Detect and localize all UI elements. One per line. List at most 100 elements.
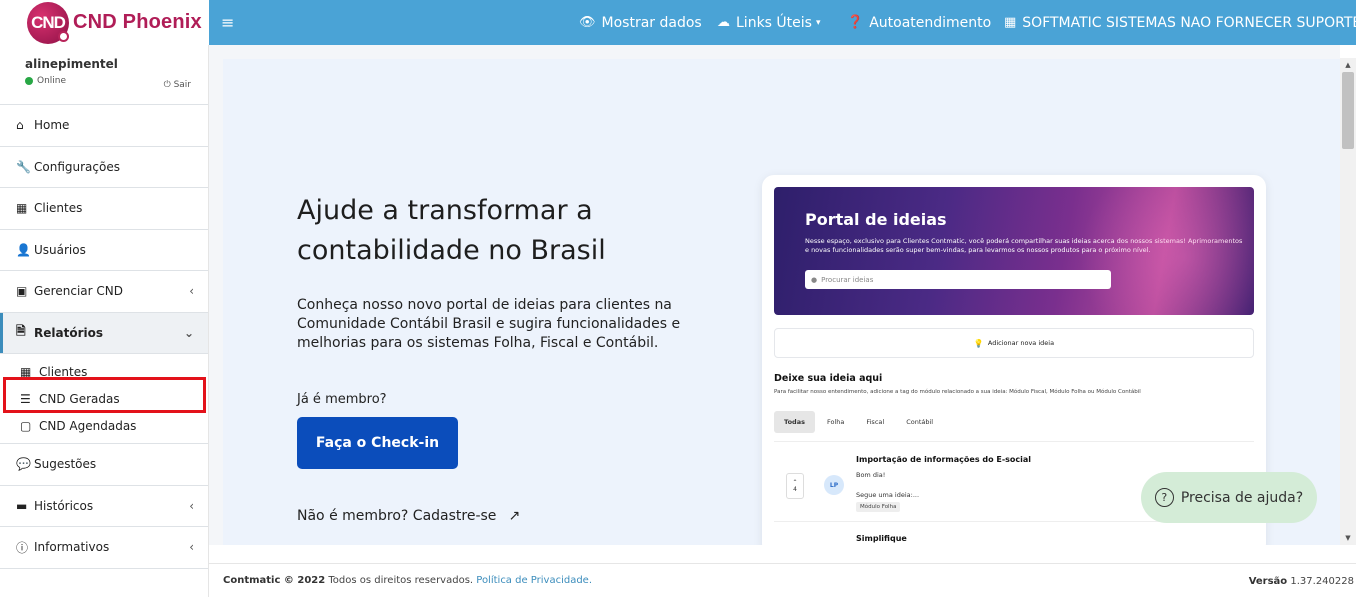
sidebar: alinepimentel Online ⏻ Sair ⌂ Home 🔧 Con…: [0, 45, 209, 597]
sidebar-item-config[interactable]: 🔧 Configurações: [0, 147, 208, 188]
logo-dot: [58, 30, 69, 42]
sidebar-item-label: Configurações: [34, 159, 120, 174]
show-data-label: Mostrar dados: [601, 14, 702, 31]
caret-down-icon: ▾: [815, 17, 821, 28]
status-label: Online: [37, 76, 67, 86]
submenu-item-cnd-generated[interactable]: ☰ CND Geradas: [20, 385, 208, 412]
eye-icon: 👁: [579, 15, 596, 30]
chevron-up-icon: ⌃: [792, 479, 798, 486]
user-panel: alinepimentel Online ⏻ Sair: [0, 45, 208, 105]
info-circle-icon: ⓘ: [16, 540, 29, 555]
sidebar-item-info[interactable]: ⓘ Informativos ‹: [0, 527, 208, 569]
sidebar-item-manage-cnd[interactable]: ▣ Gerenciar CND ‹: [0, 271, 208, 313]
submenu-item-cnd-scheduled[interactable]: ▢ CND Agendadas: [20, 412, 208, 439]
scroll-down-icon[interactable]: ▼: [1340, 531, 1356, 545]
portal-search-input[interactable]: ● Procurar ideias: [805, 270, 1111, 289]
company-label: SOFTMATIC SISTEMAS NAO FORNECER SUPORTE: [1022, 14, 1356, 31]
chevron-down-icon: ⌄: [183, 325, 194, 340]
idea-line: Bom dia!: [856, 471, 886, 479]
sidebar-item-suggestions[interactable]: 💬 Sugestões: [0, 444, 208, 486]
reports-submenu: ▦ Clientes ☰ CND Geradas ▢ CND Agendadas: [0, 354, 208, 444]
idea-title: Importação de informações do E-social: [856, 455, 1032, 464]
sidebar-item-home[interactable]: ⌂ Home: [0, 105, 208, 147]
portal-hero: Portal de ideias Nesse espaço, exclusivo…: [774, 187, 1254, 315]
idea-title: Simplifique: [856, 534, 907, 543]
building-icon: ▦: [20, 364, 32, 379]
brand[interactable]: CND CND Phoenix: [0, 0, 209, 45]
section-title: Deixe sua ideia aqui: [774, 373, 883, 384]
scrollbar-thumb[interactable]: [1342, 72, 1354, 149]
footer-copyright: Contmatic © 2022: [223, 575, 326, 586]
help-button[interactable]: ? Precisa de ajuda?: [1141, 472, 1317, 523]
version-number: 1.37.240228: [1290, 576, 1354, 587]
main-content: Ajude a transformar a contabilidade no B…: [209, 45, 1340, 545]
idea-tabs: Todas Folha Fiscal Contábil: [774, 411, 943, 433]
idea-tag: Módulo Folha: [856, 502, 901, 512]
submenu-item-label: CND Agendadas: [39, 418, 137, 433]
show-data-link[interactable]: 👁 Mostrar dados: [579, 0, 702, 45]
sidebar-item-label: Relatórios: [34, 325, 103, 340]
logout-button[interactable]: ⏻ Sair: [164, 80, 191, 90]
logout-label: Sair: [173, 80, 191, 90]
external-link-icon: ↗: [508, 508, 521, 524]
tab-all[interactable]: Todas: [774, 411, 815, 433]
signup-link[interactable]: Não é membro? Cadastre-se ↗: [297, 508, 520, 524]
version-info: Versão 1.37.240228: [1249, 576, 1354, 587]
add-idea-button[interactable]: 💡 Adicionar nova ideia: [774, 328, 1254, 358]
sidebar-item-clients[interactable]: ▦ Clientes: [0, 188, 208, 230]
self-service-link[interactable]: ❓ Autoatendimento: [847, 0, 991, 45]
sidebar-item-label: Usuários: [34, 242, 86, 257]
self-service-label: Autoatendimento: [869, 14, 992, 31]
user-icon: 👤: [16, 242, 31, 257]
signup-label: Não é membro? Cadastre-se: [297, 508, 497, 524]
sidebar-item-label: Clientes: [34, 201, 83, 216]
online-dot-icon: [25, 77, 33, 85]
search-placeholder: Procurar ideias: [821, 275, 874, 284]
file-icon: 🗎: [16, 324, 26, 339]
sidebar-item-label: Históricos: [34, 498, 94, 513]
wrench-icon: 🔧: [16, 159, 31, 174]
submenu-item-clients[interactable]: ▦ Clientes: [20, 358, 208, 385]
top-navbar: ≡ 👁 Mostrar dados ☁ Links Úteis ▾ ❓ Auto…: [209, 0, 1356, 45]
avatar: LP: [824, 475, 844, 495]
submenu-item-label: CND Geradas: [39, 391, 120, 406]
useful-links-label: Links Úteis: [736, 14, 812, 31]
tab-fiscal[interactable]: Fiscal: [856, 411, 894, 433]
member-question: Já é membro?: [297, 392, 387, 407]
vote-count: 4: [793, 486, 797, 493]
privacy-link[interactable]: Política de Privacidade.: [476, 575, 592, 586]
company-dropdown[interactable]: ▦ SOFTMATIC SISTEMAS NAO FORNECER SUPORT…: [1004, 0, 1356, 45]
question-icon: ?: [1154, 488, 1174, 507]
scroll-up-icon[interactable]: ▲: [1340, 58, 1356, 72]
search-icon: ●: [811, 275, 818, 284]
help-label: Precisa de ajuda?: [1180, 489, 1304, 506]
list-item[interactable]: Simplifique: [774, 522, 1254, 545]
upvote-button[interactable]: ⌃ 4: [786, 473, 804, 499]
version-label: Versão: [1248, 576, 1288, 587]
chevron-left-icon: ‹: [189, 498, 194, 513]
question-circle-icon: ❓: [847, 15, 864, 30]
footer: Contmatic © 2022 Todos os direitos reser…: [209, 563, 1356, 597]
menu-toggle-icon[interactable]: ≡: [221, 13, 234, 32]
cloud-icon: ☁: [717, 15, 730, 30]
footer-rights: Todos os direitos reservados.: [325, 575, 477, 586]
banner-headline: Ajude a transformar a contabilidade no B…: [297, 195, 606, 266]
sidebar-item-label: Sugestões: [34, 457, 97, 472]
useful-links-dropdown[interactable]: ☁ Links Úteis ▾: [717, 0, 820, 45]
tab-contabil[interactable]: Contábil: [896, 411, 943, 433]
calendar-icon: ▢: [20, 418, 32, 433]
archive-icon: ▬: [16, 498, 28, 513]
sidebar-item-users[interactable]: 👤 Usuários: [0, 230, 208, 271]
sidebar-item-history[interactable]: ▬ Históricos ‹: [0, 486, 208, 527]
building-icon: ▦: [1004, 15, 1017, 30]
submenu-item-label: Clientes: [39, 364, 88, 379]
portal-text: Nesse espaço, exclusivo para Clientes Co…: [805, 237, 1243, 254]
building-icon: ▦: [16, 201, 28, 216]
calendar-icon: ▣: [16, 284, 28, 299]
tab-folha[interactable]: Folha: [817, 411, 854, 433]
add-idea-label: Adicionar nova ideia: [987, 339, 1055, 347]
checkin-button[interactable]: Faça o Check-in: [297, 417, 458, 469]
vertical-scrollbar[interactable]: ▲ ▼: [1340, 58, 1356, 545]
sidebar-item-label: Home: [34, 118, 70, 133]
sidebar-item-reports[interactable]: 🗎 Relatórios ⌄: [0, 312, 208, 354]
